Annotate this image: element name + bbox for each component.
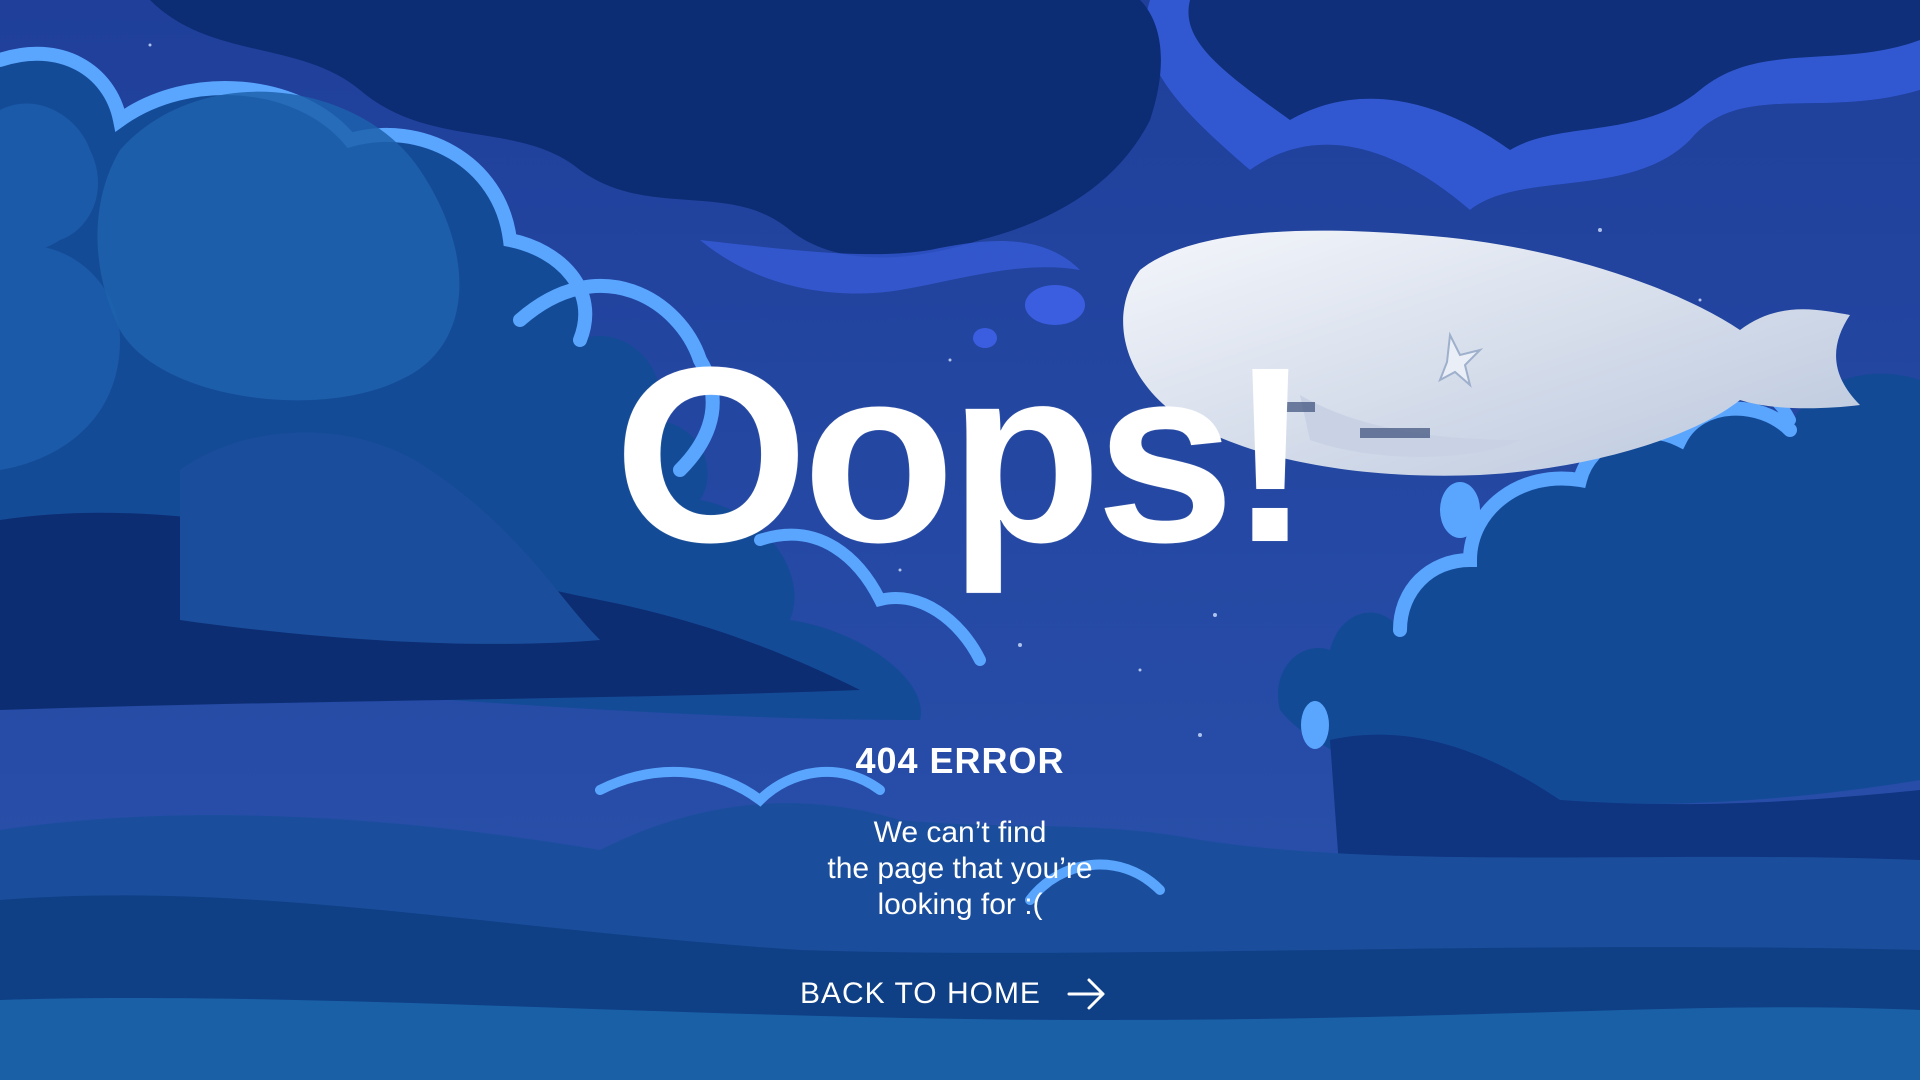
arrow-right-icon (1067, 978, 1105, 1010)
back-to-home-link[interactable]: BACK TO HOME (800, 972, 1107, 1016)
error-message-line: We can’t find (873, 816, 1047, 849)
error-code: 404 ERROR (855, 740, 1065, 781)
error-message-line: looking for :( (877, 888, 1043, 921)
page-title: Oops! (613, 315, 1312, 594)
error-message-line: the page that you’re (827, 852, 1093, 885)
back-to-home-label: BACK TO HOME (800, 977, 1041, 1010)
error-message: We can’t find the page that you’re looki… (760, 815, 1160, 923)
